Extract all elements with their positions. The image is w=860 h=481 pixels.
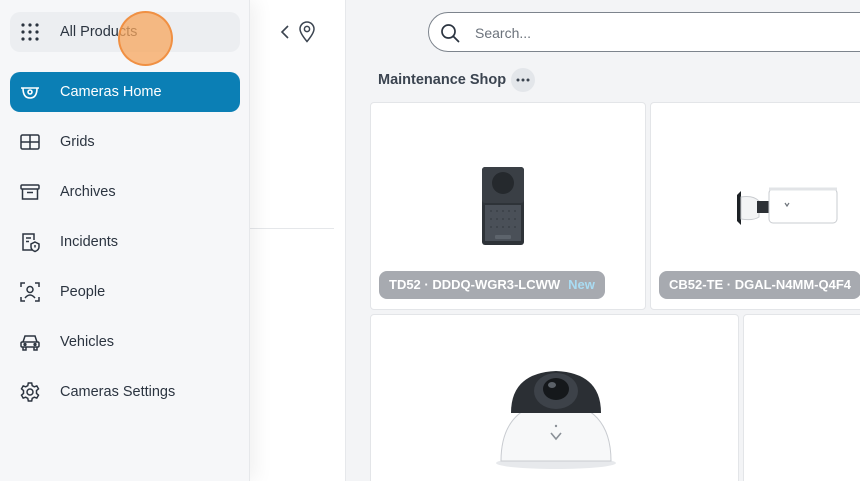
location-pin-icon	[299, 21, 315, 43]
grid-layout-icon	[18, 130, 42, 154]
collapse-button[interactable]	[276, 20, 294, 44]
search-input[interactable]	[475, 22, 855, 44]
sidebar-item-label: Cameras Settings	[60, 384, 176, 400]
sidebar: All Products Cameras Home Grids Archives	[0, 0, 250, 481]
gear-icon	[18, 380, 42, 404]
search-icon	[441, 24, 460, 43]
sidebar-item-cameras-settings[interactable]: Cameras Settings	[10, 372, 240, 412]
sidebar-item-grids[interactable]: Grids	[10, 122, 240, 162]
sidebar-item-label: Grids	[60, 134, 95, 150]
search-bar[interactable]	[428, 12, 860, 52]
camera-name: CB52-TE · DGAL-N4MM-Q4F4	[669, 277, 852, 292]
sidebar-item-vehicles[interactable]: Vehicles	[10, 322, 240, 362]
camera-card[interactable]: CB52-TE · DGAL-N4MM-Q4F4	[650, 102, 860, 310]
camera-name: TD52 · DDDQ-WGR3-LCWW	[389, 277, 561, 292]
more-options-button[interactable]	[511, 68, 535, 92]
sidebar-item-archives[interactable]: Archives	[10, 172, 240, 212]
sidebar-item-label: People	[60, 284, 106, 300]
camera-label: TD52 · DDDQ-WGR3-LCWW New	[379, 271, 605, 299]
sidebar-item-label: Incidents	[60, 234, 119, 250]
main-content: Maintenance Shop TD52 · DDDQ-WGR3-LCWW	[346, 0, 860, 481]
location-button[interactable]	[296, 20, 318, 44]
camera-card[interactable]: TD52 · DDDQ-WGR3-LCWW New	[370, 102, 646, 310]
new-badge: New	[568, 277, 595, 292]
site-panel	[250, 0, 346, 481]
car-icon	[18, 330, 42, 354]
archive-box-icon	[18, 180, 42, 204]
more-dots-icon	[516, 78, 530, 82]
camera-image	[737, 187, 838, 225]
sidebar-item-label: All Products	[60, 24, 138, 40]
sidebar-item-people[interactable]: People	[10, 272, 240, 312]
incident-icon	[18, 230, 42, 254]
sidebar-item-label: Archives	[60, 184, 116, 200]
sidebar-item-label: Cameras Home	[60, 84, 162, 100]
person-scan-icon	[18, 280, 42, 304]
camera-card[interactable]	[370, 314, 739, 481]
dome-camera-icon	[18, 80, 42, 104]
grid-dots-icon	[18, 20, 42, 44]
chevron-left-icon	[280, 25, 289, 39]
camera-image	[482, 167, 524, 245]
site-title: Maintenance Shop	[378, 72, 507, 88]
sidebar-item-cameras-home[interactable]: Cameras Home	[10, 72, 240, 112]
sidebar-item-all-products[interactable]: All Products	[10, 12, 240, 52]
camera-label: CB52-TE · DGAL-N4MM-Q4F4	[659, 271, 860, 299]
camera-card[interactable]	[743, 314, 860, 481]
camera-image	[496, 371, 616, 469]
app-root: All Products Cameras Home Grids Archives	[0, 0, 860, 481]
sidebar-item-incidents[interactable]: Incidents	[10, 222, 240, 262]
divider	[250, 228, 334, 229]
sidebar-item-label: Vehicles	[60, 334, 115, 350]
